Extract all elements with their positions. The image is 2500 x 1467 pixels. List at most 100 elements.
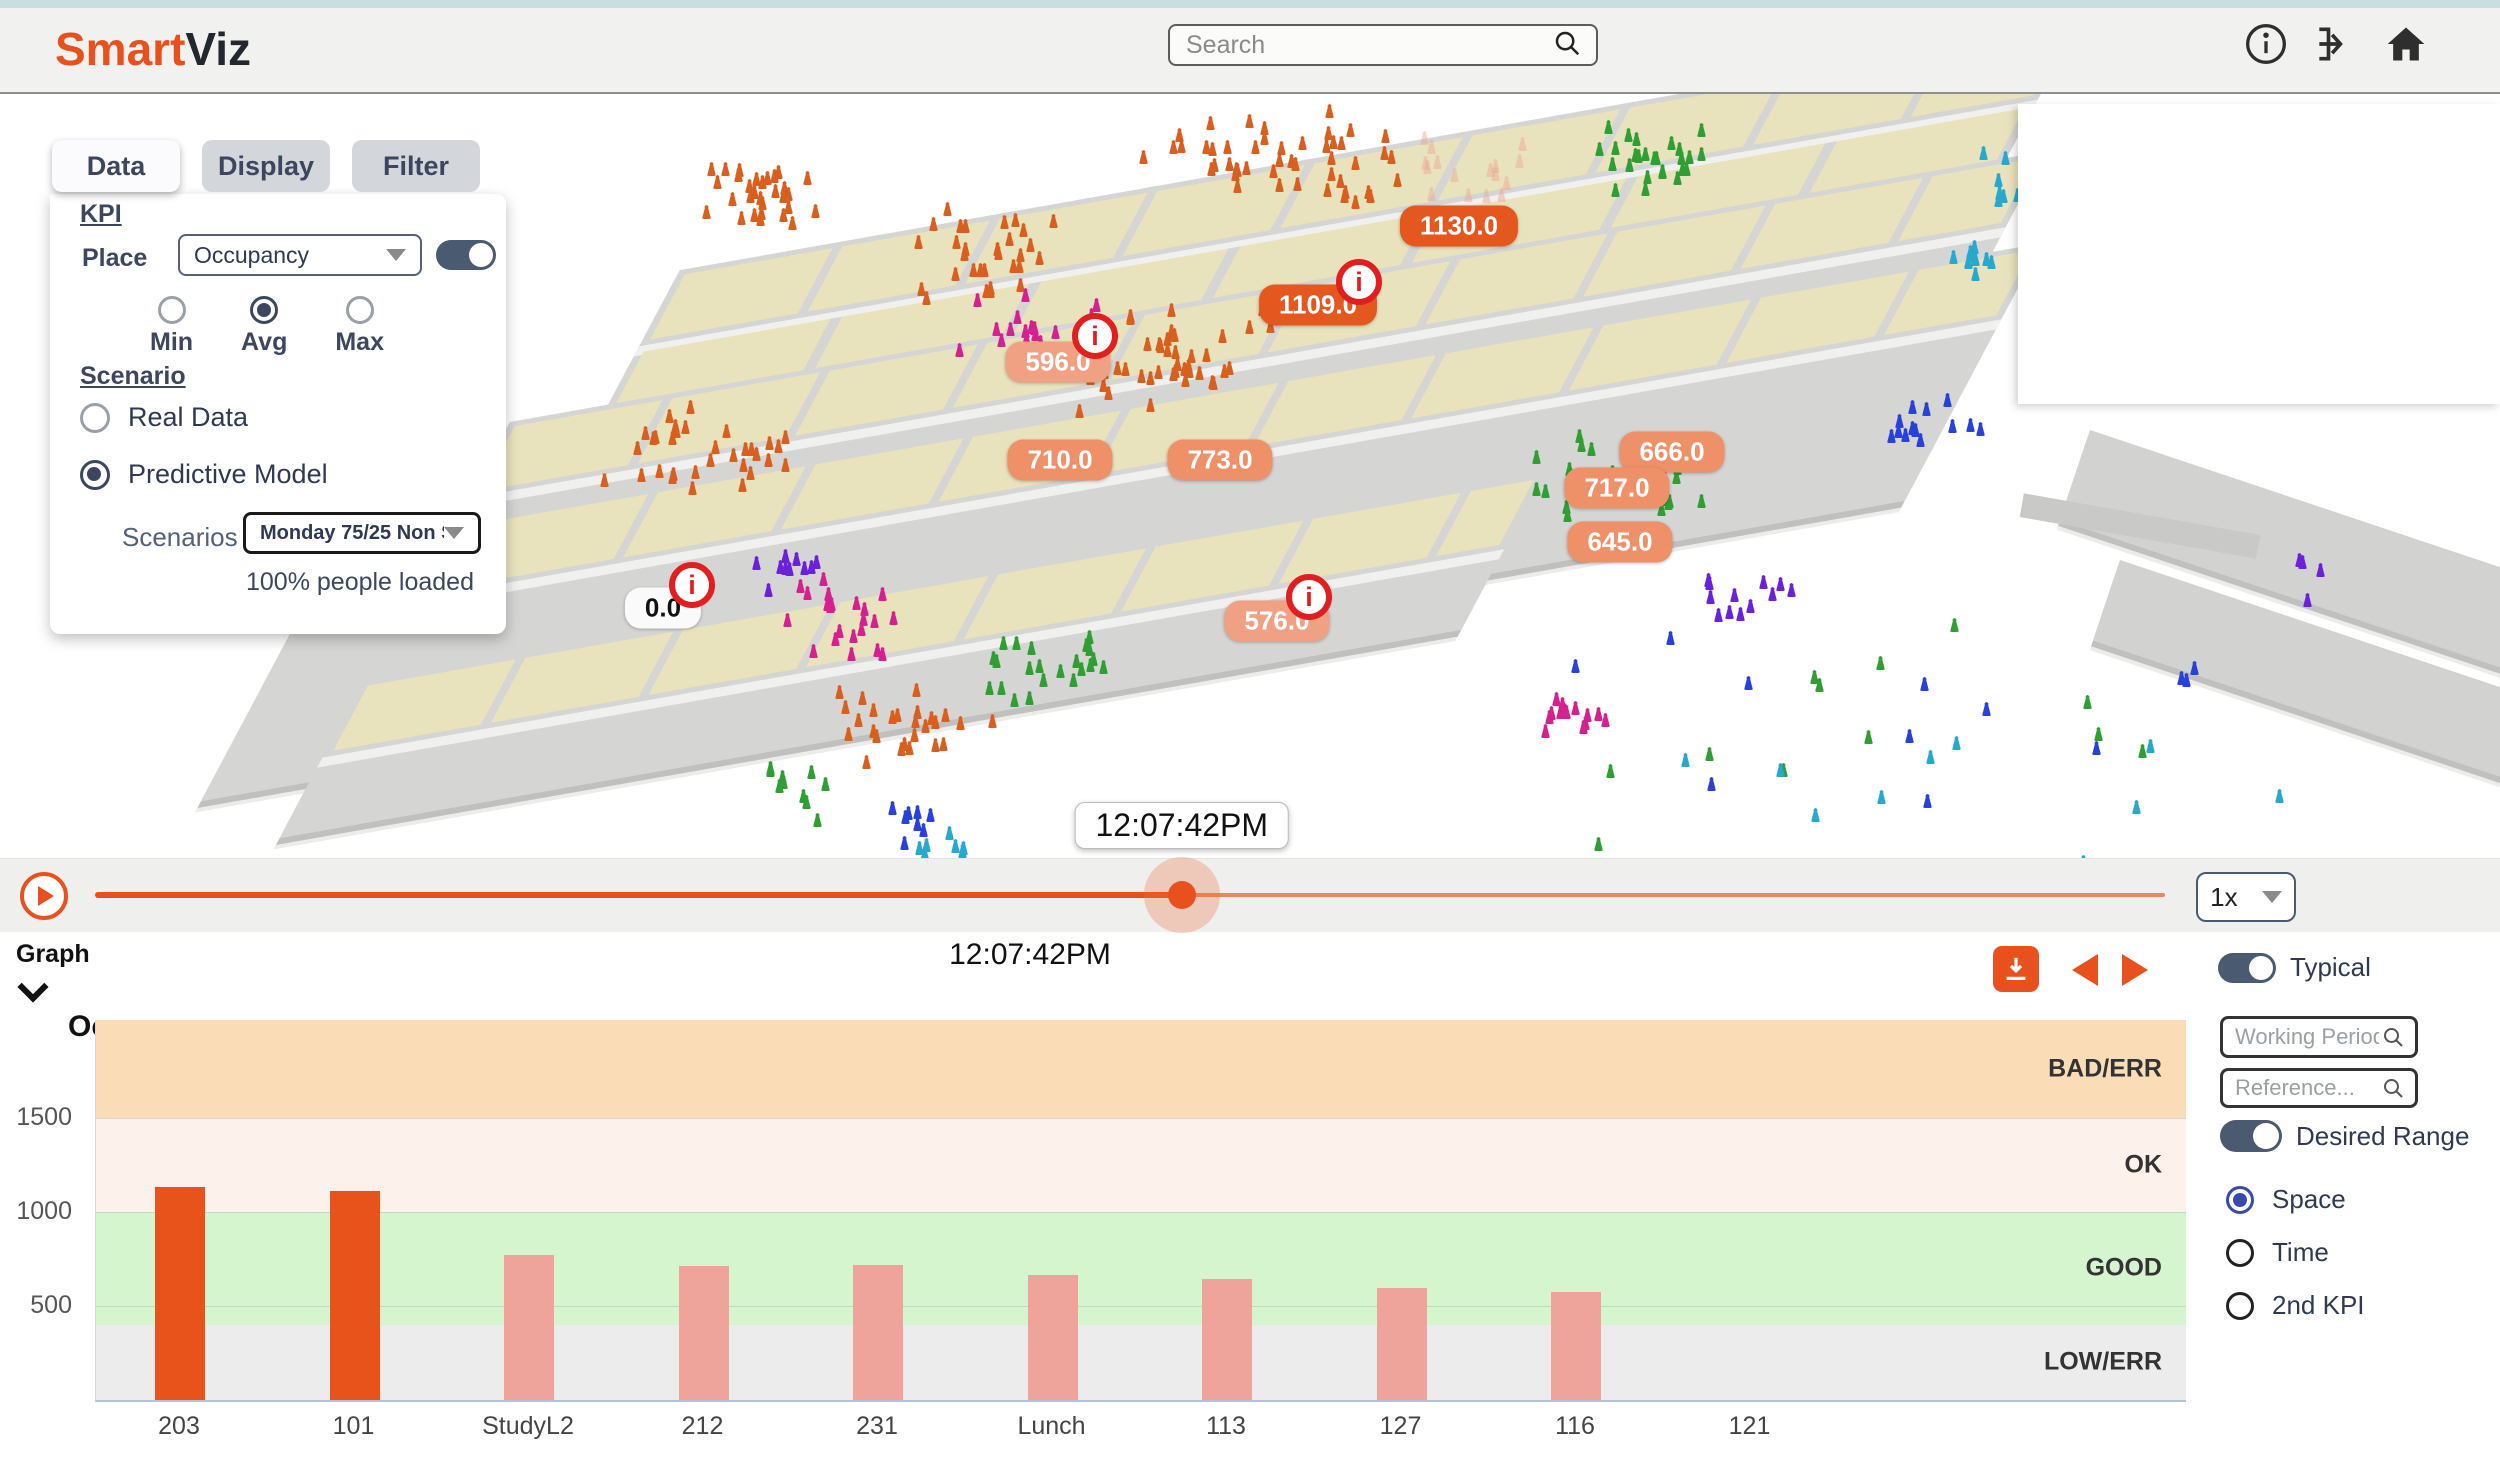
search-icon[interactable]	[1552, 28, 1582, 63]
next-button[interactable]	[2122, 954, 2148, 986]
chart-gridline	[96, 1306, 2186, 1307]
working-period-search[interactable]	[2220, 1016, 2418, 1058]
scenario-option: Real Data	[80, 402, 328, 433]
x-category-label: 116	[1555, 1412, 1595, 1441]
working-period-input[interactable]	[2233, 1023, 2381, 1051]
x-category-label: 231	[856, 1412, 898, 1441]
search-icon	[2381, 1076, 2405, 1100]
reference-search[interactable]	[2220, 1068, 2418, 1108]
room-value-badge: 645.0	[1567, 522, 1672, 563]
x-category-label: StudyL2	[482, 1412, 574, 1441]
chart-bar-231	[853, 1265, 903, 1400]
timeline-track-elapsed[interactable]	[95, 892, 1182, 898]
typical-toggle[interactable]	[2218, 953, 2276, 983]
chevron-down-icon	[444, 527, 464, 539]
kpi-heading: KPI	[80, 200, 122, 229]
mode-option: Time	[2226, 1237, 2365, 1268]
room-info-icon[interactable]: i	[669, 562, 715, 608]
top-accent-strip	[0, 0, 2500, 8]
chart-bar-116	[1551, 1292, 1601, 1400]
chart-bar-203	[155, 1187, 205, 1400]
room-value-badge: 1130.0	[1400, 206, 1518, 247]
chart-band-label: OK	[2125, 1150, 2163, 1179]
agg-radio-max[interactable]	[346, 296, 374, 324]
room-info-icon[interactable]: i	[1286, 574, 1332, 620]
previous-button[interactable]	[2072, 954, 2098, 986]
download-button[interactable]	[1993, 946, 2039, 992]
info-icon[interactable]	[2244, 22, 2288, 66]
search-icon	[2381, 1025, 2405, 1049]
y-tick-label: 1000	[0, 1197, 72, 1226]
kpi-toggle[interactable]	[436, 240, 496, 270]
scenario-option-label: Real Data	[128, 402, 248, 433]
smartviz-screen: SmartViz iiiii1130.01109.0596.0710.0773.…	[0, 0, 2500, 1467]
room-value-badge: 710.0	[1007, 440, 1112, 481]
room-info-icon[interactable]: i	[1336, 259, 1382, 305]
logout-icon[interactable]	[2312, 22, 2356, 66]
agg-label: Min	[150, 328, 193, 357]
home-icon[interactable]	[2384, 22, 2428, 66]
mode-option-label: Space	[2272, 1184, 2346, 1215]
scenario-radio-real-data[interactable]	[80, 403, 110, 433]
search-input[interactable]	[1184, 30, 1552, 61]
graph-section: Graph 12:07:42PM Occupancy BAD/ERROKGOOD…	[0, 932, 2500, 1467]
scenario-heading: Scenario	[80, 362, 186, 391]
room-value-badge: 666.0	[1619, 432, 1724, 473]
reference-input[interactable]	[2233, 1074, 2381, 1102]
chart-bar-212	[679, 1266, 729, 1400]
mode-radio-time[interactable]	[2226, 1239, 2254, 1267]
mode-radio-space[interactable]	[2226, 1186, 2254, 1214]
chart-band-low-err	[96, 1325, 2186, 1400]
x-axis-labels: 203101StudyL2212231Lunch113127116121	[95, 1412, 2185, 1452]
time-tooltip: 12:07:42PM	[1074, 802, 1289, 849]
mode-radio-2nd-kpi[interactable]	[2226, 1292, 2254, 1320]
scenario-radio-predictive-model[interactable]	[80, 460, 110, 490]
agg-option-avg: Avg	[241, 296, 287, 357]
logo-part-viz: Viz	[185, 23, 251, 75]
desired-range-control: Desired Range	[2220, 1120, 2469, 1152]
chart-gridline	[96, 1212, 2186, 1213]
x-category-label: Lunch	[1017, 1412, 1085, 1441]
x-category-label: 121	[1729, 1412, 1771, 1441]
room-info-icon[interactable]: i	[1072, 313, 1118, 359]
x-category-label: 127	[1380, 1412, 1422, 1441]
agg-label: Max	[335, 328, 384, 357]
speed-select[interactable]: 1x	[2196, 872, 2296, 922]
room-value-badge: 773.0	[1167, 440, 1272, 481]
agg-radio-min[interactable]	[158, 296, 186, 324]
chart-band-ok	[96, 1118, 2186, 1212]
tab-data[interactable]: Data	[52, 140, 180, 192]
graph-time-label: 12:07:42PM	[0, 938, 2060, 972]
x-category-label: 113	[1206, 1412, 1246, 1441]
mode-option-label: Time	[2272, 1237, 2329, 1268]
timeline-thumb[interactable]	[1168, 881, 1196, 909]
room-value-badge: 717.0	[1564, 468, 1669, 509]
y-tick-label: 500	[0, 1291, 72, 1320]
place-select[interactable]: Occupancy	[178, 234, 422, 276]
play-button[interactable]	[20, 872, 68, 920]
tab-display[interactable]: Display	[202, 140, 330, 192]
chart-gridline	[96, 1118, 2186, 1119]
aggregation-radios: Min Avg Max	[150, 296, 450, 357]
chevron-down-icon	[386, 249, 406, 261]
agg-option-max: Max	[335, 296, 384, 357]
graph-collapse-icon[interactable]	[17, 971, 48, 1002]
co2-card	[2018, 104, 2500, 404]
chart-band-bad-err	[96, 1020, 2186, 1118]
chart-band-label: BAD/ERR	[2048, 1054, 2162, 1083]
scenario-radios: Real Data Predictive Model	[80, 402, 328, 490]
global-search[interactable]	[1168, 24, 1598, 66]
scenario-option-label: Predictive Model	[128, 459, 328, 490]
chart-bar-StudyL2	[504, 1255, 554, 1400]
y-tick-label: 1500	[0, 1103, 72, 1132]
timeline-track-remaining[interactable]	[1182, 893, 2165, 897]
scenarios-select[interactable]: Monday 75/25 Non Stagge	[243, 512, 481, 554]
place-label: Place	[82, 244, 147, 273]
desired-range-toggle[interactable]	[2220, 1120, 2282, 1152]
mode-option-label: 2nd KPI	[2272, 1290, 2365, 1321]
agg-radio-avg[interactable]	[250, 296, 278, 324]
tab-filter[interactable]: Filter	[352, 140, 480, 192]
scenario-option: Predictive Model	[80, 459, 328, 490]
chart-bar-127	[1377, 1288, 1427, 1400]
chart-band-label: LOW/ERR	[2044, 1348, 2162, 1377]
